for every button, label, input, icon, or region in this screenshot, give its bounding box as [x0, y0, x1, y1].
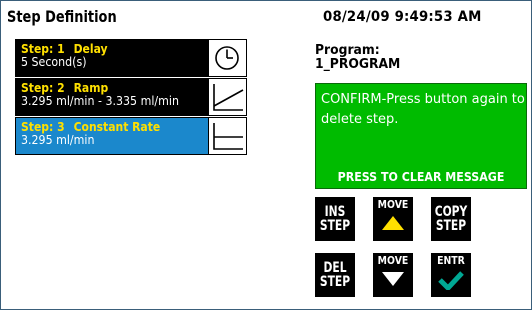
program-label: Program:: [315, 43, 380, 58]
page-title: Step Definition: [7, 7, 117, 26]
step-title: Step: 3 Constant Rate: [21, 120, 188, 134]
step-title: Step: 2 Ramp: [21, 81, 188, 95]
constant-rate-icon: [208, 118, 246, 154]
step-number: Step: 1: [21, 42, 65, 56]
program-name: 1_PROGRAM: [315, 57, 401, 72]
step-row-1[interactable]: Step: 1 Delay 5 Second(s): [15, 39, 247, 77]
step-number: Step: 2: [21, 81, 65, 95]
step-row-2[interactable]: Step: 2 Ramp 3.295 ml/min - 3.335 ml/min: [15, 78, 247, 116]
button-label: DEL: [323, 260, 347, 276]
ramp-icon: [208, 79, 246, 115]
step-number: Step: 3: [21, 120, 65, 134]
delete-step-button[interactable]: DEL STEP: [315, 253, 355, 297]
step-detail: 3.295 ml/min - 3.335 ml/min: [21, 94, 179, 108]
message-text: CONFIRM-Press button again to delete ste…: [321, 92, 525, 127]
confirm-message-box[interactable]: CONFIRM-Press button again to delete ste…: [315, 83, 527, 189]
step-row-3[interactable]: Step: 3 Constant Rate 3.295 ml/min: [15, 117, 247, 155]
button-label: STEP: [319, 274, 351, 290]
step-type: Constant Rate: [73, 120, 161, 134]
move-up-button[interactable]: MOVE: [373, 197, 413, 241]
copy-step-button[interactable]: COPY STEP: [431, 197, 471, 241]
date-time: 08/24/09 9:49:53 AM: [323, 9, 482, 25]
screen-frame: Step Definition 08/24/09 9:49:53 AM Step…: [0, 0, 532, 310]
button-label: MOVE: [377, 254, 409, 267]
clock-icon: [208, 40, 246, 76]
clear-message-label: PRESS TO CLEAR MESSAGE: [337, 170, 505, 184]
button-label: STEP: [319, 218, 351, 234]
checkmark-icon: [438, 271, 464, 290]
enter-button[interactable]: ENTR: [431, 253, 471, 297]
step-title: Step: 1 Delay: [21, 42, 188, 56]
step-list: Step: 1 Delay 5 Second(s) Step: 2 Ramp 3.2…: [15, 39, 247, 156]
step-type: Delay: [73, 42, 108, 56]
button-label: INS: [324, 204, 346, 220]
button-label: COPY: [434, 204, 468, 220]
button-label: MOVE: [377, 198, 409, 211]
step-detail: 5 Second(s): [21, 55, 87, 69]
arrow-down-icon: [382, 272, 404, 286]
move-down-button[interactable]: MOVE: [373, 253, 413, 297]
insert-step-button[interactable]: INS STEP: [315, 197, 355, 241]
step-detail: 3.295 ml/min: [21, 133, 95, 147]
button-label: ENTR: [437, 254, 465, 267]
button-label: STEP: [435, 218, 467, 234]
step-type: Ramp: [73, 81, 109, 95]
arrow-up-icon: [382, 216, 404, 230]
